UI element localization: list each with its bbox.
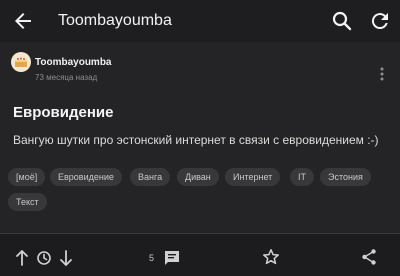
avatar-cake-icon (15, 57, 27, 67)
page-title: Toombayoumba (58, 12, 172, 29)
refresh-icon[interactable] (368, 9, 392, 33)
comments-count: 5 (149, 253, 155, 263)
downvote-arrow-icon[interactable] (57, 249, 75, 267)
star-icon[interactable] (262, 248, 280, 266)
author-avatar[interactable] (11, 52, 31, 72)
tag-chip[interactable]: Текст (8, 193, 47, 211)
tag-chip[interactable]: Диван (177, 168, 219, 186)
tag-chip[interactable]: IT (290, 168, 314, 186)
upvote-arrow-icon[interactable] (13, 249, 31, 267)
tag-chip[interactable]: Эстония (320, 168, 371, 186)
tag-chip[interactable]: Евровидение (50, 168, 122, 186)
more-options-icon[interactable] (374, 66, 390, 82)
tag-chip[interactable]: [моё] (8, 168, 46, 186)
tag-chip[interactable]: Ванга (130, 168, 171, 186)
top-app-bar: Toombayoumba (0, 0, 400, 42)
author-name[interactable]: Toombayoumba (35, 57, 111, 68)
search-icon[interactable] (330, 9, 354, 33)
post-time: 73 месяца назад (35, 73, 98, 82)
share-icon[interactable] (360, 248, 378, 266)
back-arrow-icon[interactable] (11, 9, 35, 33)
post-body: Вангую шутки про эстонский интернет в св… (13, 133, 379, 147)
clock-icon[interactable] (35, 249, 53, 267)
comment-icon[interactable] (163, 249, 181, 267)
tag-chip[interactable]: Интернет (225, 168, 281, 186)
post-title[interactable]: Евровидение (13, 104, 113, 121)
